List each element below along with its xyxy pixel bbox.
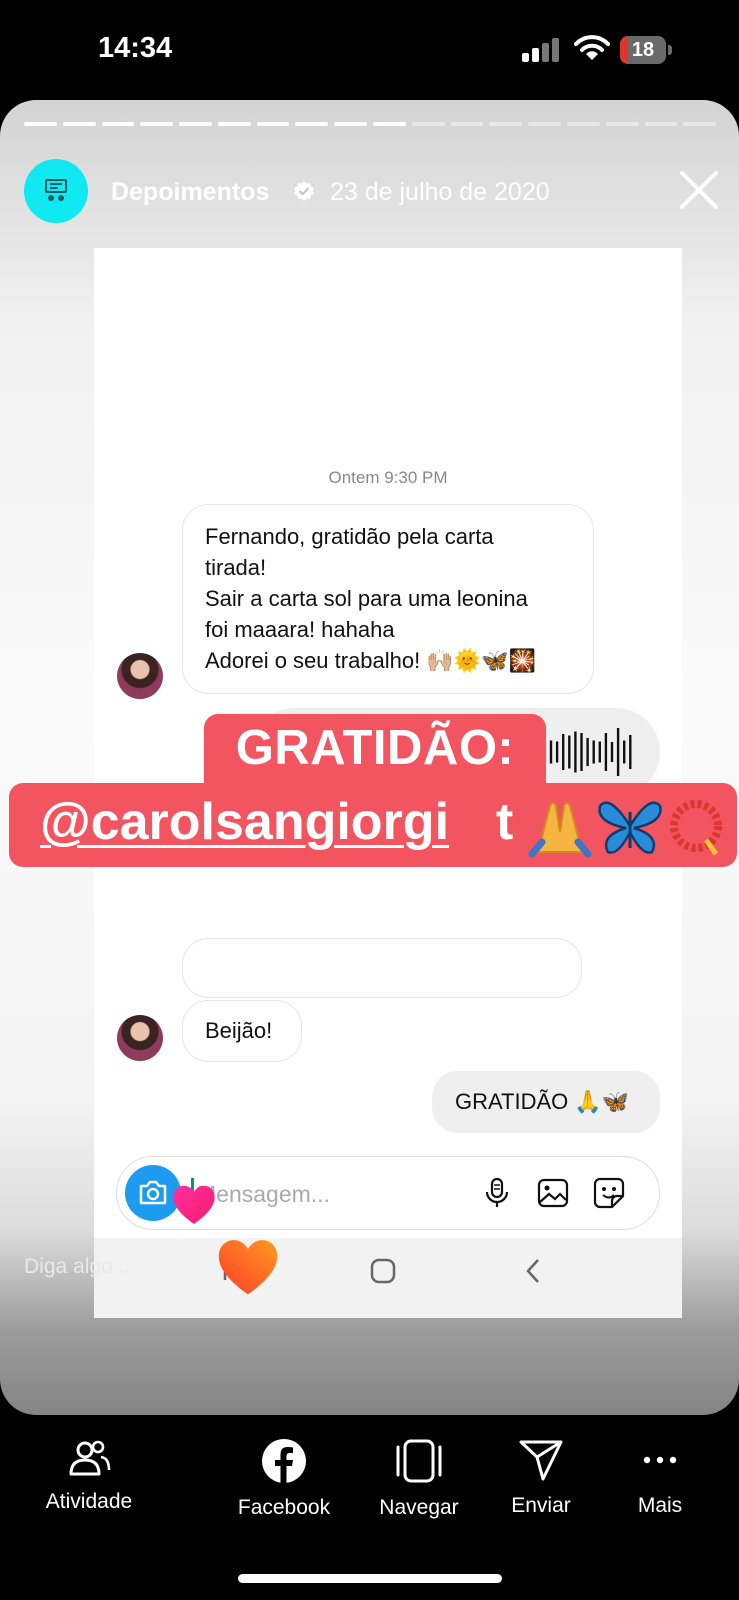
progress-segment xyxy=(140,122,174,126)
progress-segment xyxy=(566,122,600,126)
progress-segment xyxy=(489,122,523,126)
progress-segment xyxy=(450,122,484,126)
send-button[interactable]: Enviar xyxy=(476,1438,606,1518)
sticker-text: t xyxy=(496,793,514,851)
message-line: foi maaara! hahaha xyxy=(205,617,395,642)
account-name[interactable]: Depoimentos xyxy=(111,178,269,207)
progress-segment xyxy=(644,122,678,126)
story-date: 23 de julho de 2020 xyxy=(330,178,550,206)
gallery-icon xyxy=(537,1178,569,1208)
close-icon[interactable] xyxy=(676,167,722,213)
progress-segment xyxy=(179,122,212,126)
activity-button[interactable]: Atividade xyxy=(24,1438,154,1514)
activity-icon xyxy=(69,1440,111,1476)
story-action-bar: Atividade Facebook Navegar Enviar Mais xyxy=(0,1420,739,1540)
progress-segment xyxy=(411,122,445,126)
facebook-icon xyxy=(262,1439,306,1483)
status-time: 14:34 xyxy=(98,32,173,64)
more-button[interactable]: Mais xyxy=(595,1438,725,1518)
progress-segment xyxy=(101,122,135,126)
waveform-bar xyxy=(555,741,559,763)
butterfly-icon xyxy=(598,801,662,854)
received-message-bubble: Beijão! xyxy=(182,1000,302,1062)
status-bar: 14:34 18 xyxy=(0,0,739,100)
action-label: Facebook xyxy=(237,1496,331,1519)
waveform-bar xyxy=(568,735,571,769)
message-input xyxy=(197,1179,417,1209)
waveform-bar xyxy=(604,733,608,771)
send-icon xyxy=(519,1440,563,1481)
sticker-emojis: 🙏 xyxy=(528,800,722,858)
back-icon xyxy=(526,1259,539,1283)
battery-indicator: 18 xyxy=(620,36,672,64)
message-timestamp: Ontem 9:30 PM xyxy=(328,468,448,487)
microphone-icon xyxy=(485,1177,509,1207)
story-progress-bar xyxy=(24,122,717,126)
browse-icon xyxy=(396,1439,442,1483)
message-line: Fernando, gratidão pela carta xyxy=(205,524,494,549)
praying-hands-icon xyxy=(528,802,592,858)
waveform-bar xyxy=(574,731,577,773)
verified-badge-icon xyxy=(294,181,314,201)
waveform-bar xyxy=(623,740,626,764)
progress-segment xyxy=(334,122,368,126)
covered-message-bubble xyxy=(182,938,582,998)
waveform-bar xyxy=(598,741,601,763)
waveform-bar xyxy=(549,740,553,764)
message-line: Adorei o seu trabalho! 🙌🏼🌞🦋🎇 xyxy=(205,648,536,673)
received-message-bubble: Fernando, gratidão pela carta tirada! Sa… xyxy=(182,504,594,694)
sticker-icon xyxy=(593,1177,625,1209)
message-line: Sair a carta sol para uma leonina xyxy=(205,586,528,611)
sticker-title[interactable]: GRATIDÃO: xyxy=(204,720,546,776)
waveform-bar xyxy=(580,733,583,771)
facebook-button[interactable]: Facebook xyxy=(219,1438,349,1520)
sender-avatar xyxy=(117,1015,163,1061)
sent-message-bubble: GRATIDÃO 🙏🦋 xyxy=(432,1071,660,1133)
progress-segment xyxy=(295,122,329,126)
battery-percent: 18 xyxy=(631,39,655,61)
message-line: tirada! xyxy=(205,555,267,580)
waveform-bar xyxy=(629,735,632,769)
progress-segment xyxy=(373,122,406,126)
action-label: Enviar xyxy=(511,1494,571,1517)
action-label: Mais xyxy=(637,1494,683,1517)
progress-segment xyxy=(62,122,96,126)
waveform-bar xyxy=(562,734,565,770)
progress-segment xyxy=(528,122,561,126)
action-label: Atividade xyxy=(45,1490,133,1513)
waveform-bar xyxy=(616,728,620,776)
waveform-bar xyxy=(592,740,595,764)
waveform-bar xyxy=(586,738,589,766)
sender-avatar xyxy=(117,653,163,699)
prayer-beads-icon xyxy=(670,800,722,856)
home-indicator[interactable] xyxy=(238,1574,502,1583)
signal-icon xyxy=(522,38,562,62)
story-header: Depoimentos 23 de julho de 2020 xyxy=(0,155,739,235)
action-label: Navegar xyxy=(379,1496,459,1519)
story-reply-input[interactable] xyxy=(24,1250,424,1284)
heart-reaction-icon xyxy=(173,1185,215,1224)
mention-sticker[interactable]: @carolsangiorgi xyxy=(40,792,449,852)
browse-button[interactable]: Navegar xyxy=(354,1438,484,1520)
progress-segment xyxy=(24,122,57,126)
progress-segment xyxy=(217,122,251,126)
account-avatar[interactable] xyxy=(24,159,88,223)
wifi-icon xyxy=(574,35,610,60)
reviews-logo-icon xyxy=(45,179,67,201)
waveform-bar xyxy=(610,742,614,762)
progress-segment xyxy=(605,122,639,126)
more-icon xyxy=(643,1456,677,1464)
progress-segment xyxy=(256,122,290,126)
progress-segment xyxy=(683,122,717,126)
camera-icon xyxy=(139,1180,167,1205)
